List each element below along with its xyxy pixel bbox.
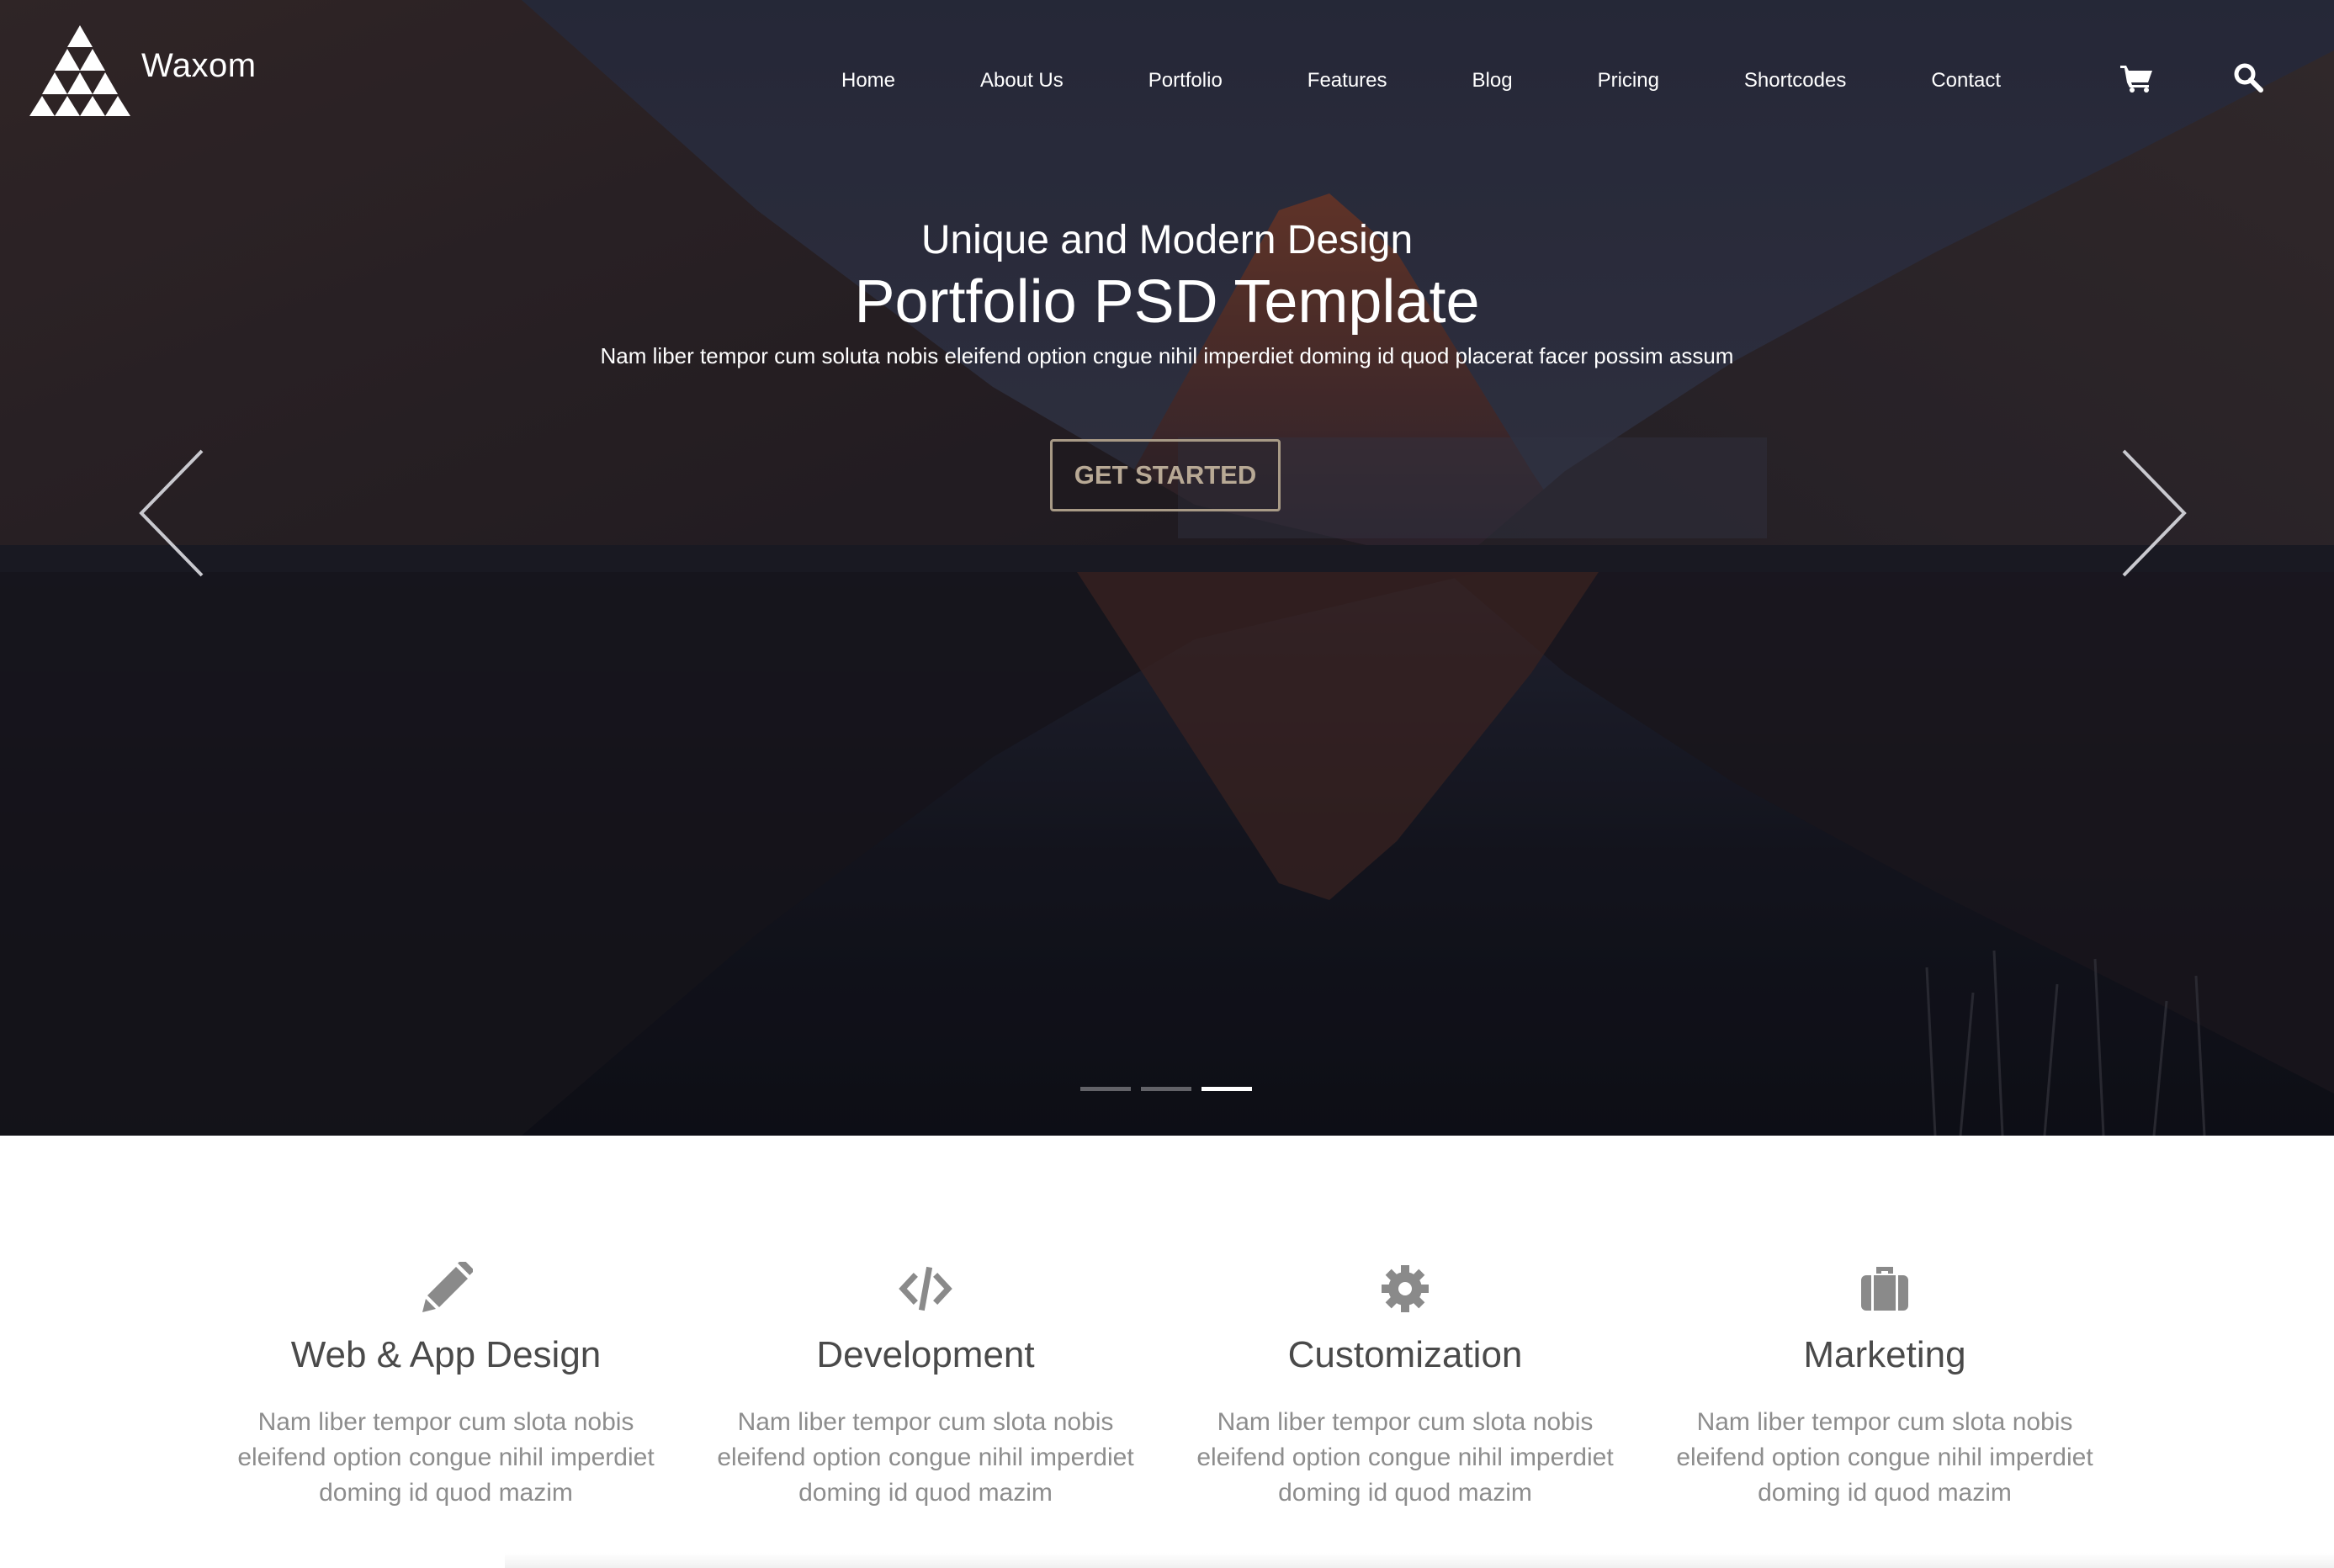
hero-slider: Waxom Home About Us Portfolio Features B… [0,0,2334,1136]
slide-dot-3[interactable] [1201,1087,1252,1091]
code-icon [899,1266,952,1311]
nav-item-home[interactable]: Home [841,69,895,93]
service-customization: Customization Nam liber tempor cum slota… [1170,1262,1641,1511]
triangle-logo-icon[interactable] [25,24,135,118]
nav-item-contact[interactable]: Contact [1931,69,2001,93]
get-started-button[interactable]: GET STARTED [1050,439,1281,511]
nav-item-portfolio[interactable]: Portfolio [1148,69,1223,93]
gear-icon [1382,1265,1429,1312]
slider-pagination [1080,1087,1262,1091]
service-text: Nam liber tempor cum slota nobis eleifen… [237,1408,655,1507]
service-marketing: Marketing Nam liber tempor cum slota nob… [1649,1262,2120,1511]
service-title: Marketing [1803,1334,1966,1375]
main-nav: Home About Us Portfolio Features Blog Pr… [841,64,2001,98]
services-section: Web & App Design Nam liber tempor cum sl… [0,1136,2334,1568]
slide-dot-1[interactable] [1080,1087,1131,1091]
nav-item-shortcodes[interactable]: Shortcodes [1744,69,1846,93]
search-icon[interactable] [2233,62,2263,93]
chevron-right-icon[interactable] [2115,446,2191,580]
service-development: Development Nam liber tempor cum slota n… [690,1262,1161,1511]
service-web-app-design: Web & App Design Nam liber tempor cum sl… [210,1262,682,1511]
hero-eyebrow: Unique and Modern Design [920,218,1414,262]
briefcase-icon [1861,1267,1908,1311]
service-title: Customization [1287,1334,1523,1375]
section-divider-shadow [505,1553,2334,1568]
hero-dark-overlay [0,0,2334,1136]
service-title: Development [816,1334,1035,1375]
brand-name[interactable]: Waxom [141,47,257,85]
chevron-left-icon[interactable] [135,446,210,580]
hero-title: Portfolio PSD Template [854,268,1480,336]
pencil-icon [422,1262,473,1312]
service-title: Web & App Design [290,1334,602,1375]
service-text: Nam liber tempor cum slota nobis eleifen… [1196,1408,1614,1507]
nav-item-blog[interactable]: Blog [1472,69,1513,93]
service-text: Nam liber tempor cum slota nobis eleifen… [1676,1408,2093,1507]
service-text: Nam liber tempor cum slota nobis eleifen… [717,1408,1134,1507]
slide-dot-2[interactable] [1141,1087,1191,1091]
cart-icon[interactable] [2120,64,2154,93]
hero-subtitle: Nam liber tempor cum soluta nobis eleife… [600,343,1734,368]
nav-item-about-us[interactable]: About Us [980,69,1064,93]
nav-item-pricing[interactable]: Pricing [1598,69,1659,93]
nav-item-features[interactable]: Features [1308,69,1387,93]
